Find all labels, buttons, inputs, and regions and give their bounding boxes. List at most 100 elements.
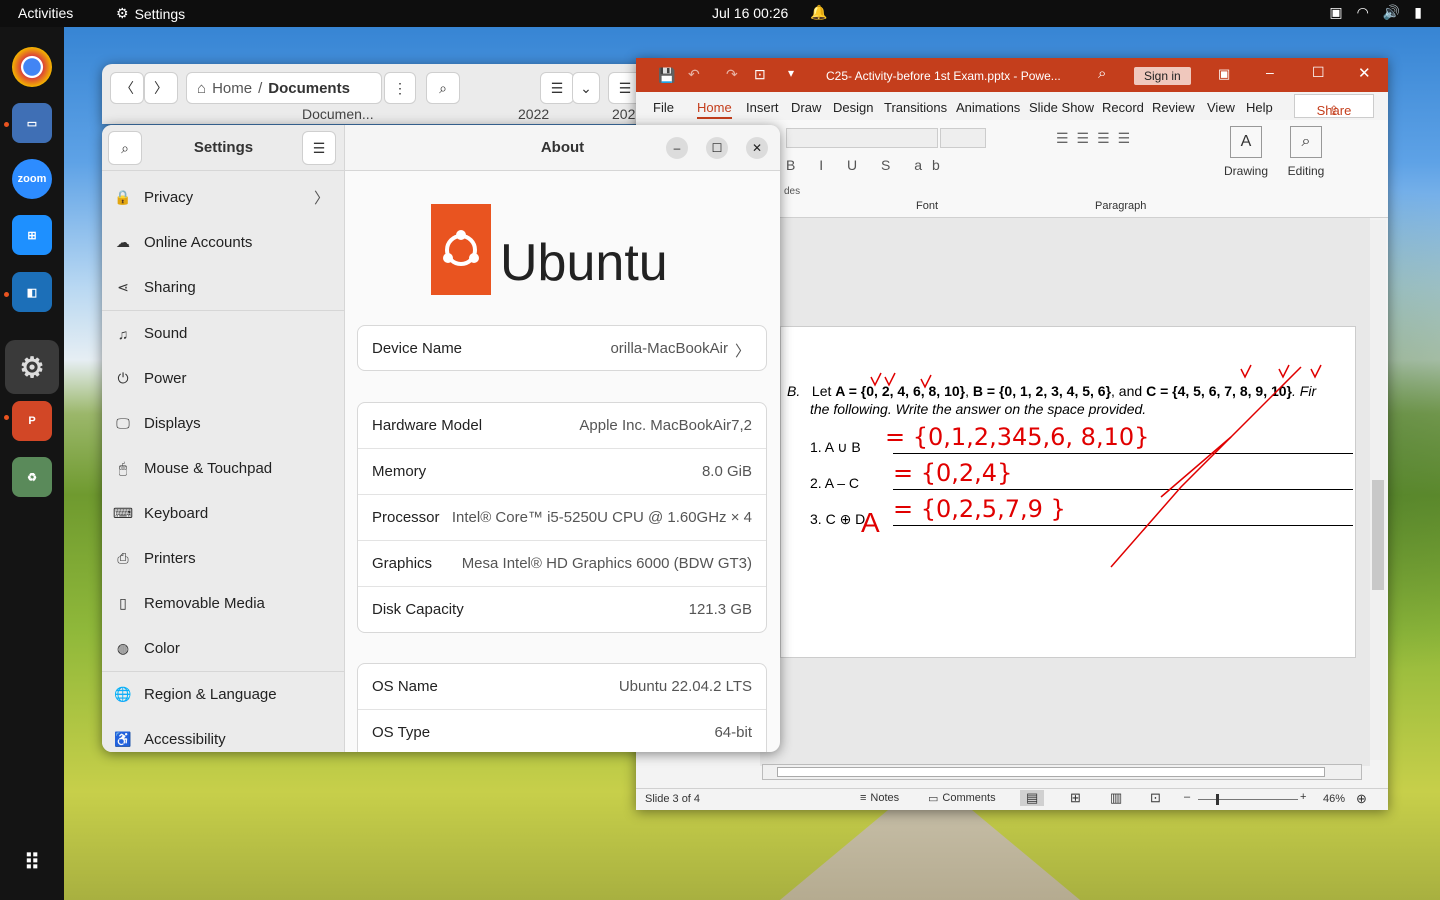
font-format-buttons[interactable]: B I U S ab bbox=[786, 157, 986, 173]
device-name-item[interactable]: Device Name orilla-MacBookAir 〉 bbox=[358, 326, 766, 372]
sidebar-item-label: Power bbox=[144, 370, 187, 387]
horizontal-scrollbar[interactable] bbox=[762, 764, 1362, 780]
menu-button[interactable]: ☰ bbox=[302, 131, 336, 165]
tab-animations[interactable]: Animations bbox=[956, 100, 1020, 115]
music-note-icon: ♫ bbox=[117, 325, 129, 342]
path-menu-button[interactable]: ⋮ bbox=[384, 72, 416, 104]
font-controls[interactable]: B I U S ab bbox=[786, 128, 986, 176]
share-button[interactable]: ⇪ Share bbox=[1294, 94, 1374, 118]
zoom-out-icon[interactable]: – bbox=[1184, 791, 1190, 803]
content-header: About – ☐ ✕ bbox=[345, 125, 780, 171]
running-indicator bbox=[4, 415, 9, 420]
tab-draw[interactable]: Draw bbox=[791, 100, 821, 115]
zoom-level[interactable]: 46% bbox=[1323, 793, 1345, 805]
vertical-scroll-thumb[interactable] bbox=[1372, 480, 1384, 590]
ribbon-display-icon[interactable]: ▣ bbox=[1218, 66, 1230, 82]
font-size-select[interactable] bbox=[939, 128, 986, 148]
tab-help[interactable]: Help bbox=[1246, 100, 1273, 115]
close-button[interactable]: ✕ bbox=[746, 137, 768, 159]
zoom-icon[interactable]: zoom bbox=[12, 159, 52, 199]
maximize-icon[interactable]: ☐ bbox=[1312, 64, 1325, 81]
tab-review[interactable]: Review bbox=[1152, 100, 1195, 115]
virtualbox-icon[interactable]: ◧ bbox=[12, 272, 52, 312]
activities-button[interactable]: Activities bbox=[18, 5, 73, 21]
editing-button[interactable]: ⌕ Editing bbox=[1282, 126, 1330, 178]
sidebar-item-displays[interactable]: 🖵 Displays bbox=[102, 401, 345, 446]
zoom-slider[interactable] bbox=[1198, 799, 1298, 800]
slide-canvas[interactable]: B. Let A = {0, 2, 4, 6, 8, 10}, B = {0, … bbox=[780, 326, 1356, 658]
sidebar-item-mouse-touchpad[interactable]: 🖱 Mouse & Touchpad bbox=[102, 446, 345, 491]
close-icon[interactable]: ✕ bbox=[1358, 64, 1371, 82]
undo-icon[interactable]: ↶ bbox=[688, 66, 700, 83]
tab-transitions[interactable]: Transitions bbox=[884, 100, 947, 115]
forward-button[interactable]: 〉 bbox=[144, 72, 178, 104]
sidebar-item-printers[interactable]: ⎙ Printers bbox=[102, 536, 345, 581]
show-apps-icon[interactable]: ⠿ bbox=[12, 843, 52, 883]
tab-view[interactable]: View bbox=[1207, 100, 1235, 115]
tab-design[interactable]: Design bbox=[833, 100, 873, 115]
drawing-button[interactable]: A Drawing bbox=[1222, 126, 1270, 178]
settings-dock-icon[interactable]: ⚙ bbox=[5, 340, 59, 394]
search-button[interactable]: ⌕ bbox=[426, 72, 460, 104]
sidebar-item-sharing[interactable]: ⋖ Sharing bbox=[102, 265, 345, 310]
zoom-in-icon[interactable]: + bbox=[1300, 791, 1306, 803]
powerpoint-icon[interactable]: P bbox=[12, 401, 52, 441]
reading-view-icon[interactable]: ▥ bbox=[1110, 790, 1122, 806]
search-icon[interactable]: ⌕ bbox=[1098, 65, 1106, 82]
customize-toolbar-icon[interactable]: ▾ bbox=[788, 66, 794, 80]
hardware-value: Intel® Core™ i5-5250U CPU @ 1.60GHz × 4 bbox=[451, 509, 752, 526]
sign-in-button[interactable]: Sign in bbox=[1134, 67, 1191, 85]
notes-button[interactable]: ≡ Notes bbox=[860, 792, 899, 804]
chrome-icon[interactable] bbox=[12, 47, 52, 87]
os-label: OS Type bbox=[372, 724, 431, 741]
present-icon[interactable]: ⊡ bbox=[754, 66, 766, 83]
hardware-card: Hardware Model Apple Inc. MacBookAir7,2 M… bbox=[357, 402, 767, 633]
sidebar-item-sound[interactable]: ♫ Sound bbox=[102, 311, 345, 356]
tab-record[interactable]: Record bbox=[1102, 100, 1144, 115]
redo-icon[interactable]: ↷ bbox=[726, 66, 738, 83]
path-home[interactable]: Home bbox=[212, 80, 252, 97]
slideshow-icon[interactable]: ⊡ bbox=[1150, 790, 1161, 806]
path-bar[interactable]: ⌂ Home / Documents bbox=[186, 72, 382, 104]
sidebar-item-color[interactable]: ◍ Color bbox=[102, 626, 345, 671]
sidebar-item-online-accounts[interactable]: ☁ Online Accounts bbox=[102, 220, 345, 265]
sidebar-item-accessibility[interactable]: ♿ Accessibility bbox=[102, 717, 345, 752]
clock[interactable]: Jul 16 00:26 bbox=[712, 5, 788, 21]
save-icon[interactable]: 💾 bbox=[658, 67, 675, 84]
windows-icon[interactable]: ⊞ bbox=[12, 215, 52, 255]
maximize-button[interactable]: ☐ bbox=[706, 137, 728, 159]
app-menu[interactable]: ⚙ Settings bbox=[116, 5, 185, 22]
sidebar-item-removable-media[interactable]: ▯ Removable Media bbox=[102, 581, 345, 626]
sidebar-item-region-language[interactable]: 🌐 Region & Language bbox=[102, 672, 345, 717]
sidebar-item-keyboard[interactable]: ⌨ Keyboard bbox=[102, 491, 345, 536]
path-current[interactable]: Documents bbox=[268, 80, 350, 97]
font-family-select[interactable] bbox=[786, 128, 938, 148]
tab-insert[interactable]: Insert bbox=[746, 100, 779, 115]
zoom-slider-handle[interactable] bbox=[1216, 794, 1219, 805]
file-row-name[interactable]: Documen... bbox=[302, 106, 374, 122]
normal-view-icon[interactable]: ▤ bbox=[1020, 790, 1045, 806]
vertical-scrollbar[interactable] bbox=[1370, 220, 1386, 760]
device-name-row[interactable]: Device Name orilla-MacBookAir 〉 bbox=[357, 325, 767, 371]
keyboard-layout-icon[interactable]: ▣ bbox=[1329, 4, 1342, 21]
horizontal-scroll-thumb[interactable] bbox=[777, 767, 1325, 777]
slide-editor-area[interactable]: B. Let A = {0, 2, 4, 6, 8, 10}, B = {0, … bbox=[760, 218, 1370, 766]
tab-slide-show[interactable]: Slide Show bbox=[1029, 100, 1094, 115]
trash-icon[interactable]: ♻ bbox=[12, 457, 52, 497]
system-tray[interactable]: ▣ ◠ 🔊 ▮ bbox=[1329, 4, 1422, 21]
comments-button[interactable]: ▭ Comments bbox=[928, 792, 996, 805]
group-font-label: Font bbox=[916, 200, 939, 212]
back-button[interactable]: 〈 bbox=[110, 72, 144, 104]
sidebar-item-power[interactable]: ⏻ Power bbox=[102, 356, 345, 401]
tab-home[interactable]: Home bbox=[697, 100, 732, 119]
list-view-button[interactable]: ☰ bbox=[540, 72, 574, 104]
minimize-icon[interactable]: – bbox=[1266, 64, 1274, 80]
tab-file[interactable]: File bbox=[653, 100, 674, 115]
sidebar-item-privacy[interactable]: 🔒 Privacy 〉 bbox=[102, 175, 345, 220]
view-options-button[interactable]: ⌄ bbox=[572, 72, 600, 104]
fit-slide-icon[interactable]: ⊕ bbox=[1356, 791, 1367, 807]
files-icon[interactable]: ▭ bbox=[12, 103, 52, 143]
slide-sorter-icon[interactable]: ⊞ bbox=[1070, 790, 1081, 806]
minimize-button[interactable]: – bbox=[666, 137, 688, 159]
paragraph-controls[interactable]: ☰☰☰☰ bbox=[1056, 130, 1138, 147]
